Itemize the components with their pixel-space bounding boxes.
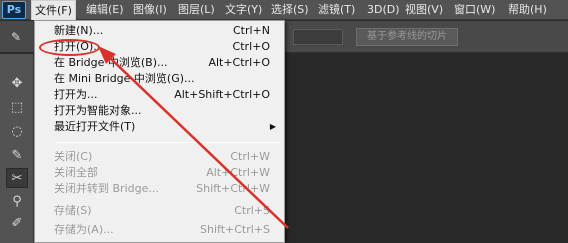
- menu-help[interactable]: 帮助(H): [505, 0, 550, 20]
- menu-item-shortcut: Shift+Ctrl+S: [200, 223, 270, 236]
- options-field[interactable]: [293, 29, 343, 45]
- tools-panel: ✥ ⬚ ◌ ✎ ✂ ⚲ ✐: [0, 54, 34, 243]
- slice-tool-icon[interactable]: ✎: [6, 28, 26, 46]
- menu-item-close[interactable]: 关闭(C) Ctrl+W: [36, 149, 284, 165]
- menu-item-shortcut: Ctrl+W: [230, 150, 270, 163]
- canvas-area[interactable]: [285, 54, 568, 243]
- menu-item-open-as[interactable]: 打开为... Alt+Shift+Ctrl+O: [36, 87, 284, 103]
- menu-item-shortcut: Alt+Ctrl+W: [206, 166, 270, 179]
- menu-filter[interactable]: 滤镜(T): [315, 0, 358, 20]
- menu-item-label: 存储(S): [54, 204, 92, 217]
- menu-item-label: 新建(N)...: [54, 24, 104, 37]
- menu-item-open-as-smart-object[interactable]: 打开为智能对象...: [36, 103, 284, 119]
- menu-item-shortcut: Alt+Ctrl+O: [208, 56, 270, 69]
- menu-layer[interactable]: 图层(L): [175, 0, 218, 20]
- menu-select[interactable]: 选择(S): [268, 0, 312, 20]
- menu-item-open-recent[interactable]: 最近打开文件(T) ▶: [36, 119, 284, 135]
- menu-3d[interactable]: 3D(D): [364, 0, 403, 20]
- menu-view[interactable]: 视图(V): [402, 0, 446, 20]
- menu-item-shortcut: Ctrl+O: [232, 40, 270, 53]
- menu-image[interactable]: 图像(I): [130, 0, 170, 20]
- menu-item-shortcut: Alt+Shift+Ctrl+O: [174, 88, 270, 101]
- menu-bar: Ps 文件(F) 编辑(E) 图像(I) 图层(L) 文字(Y) 选择(S) 滤…: [0, 0, 568, 20]
- menu-item-label: 关闭全部: [54, 166, 98, 179]
- menu-item-label: 在 Bridge 中浏览(B)...: [54, 56, 168, 69]
- menu-item-label: 关闭(C): [54, 150, 93, 163]
- menu-item-label: 打开为...: [54, 88, 98, 101]
- submenu-arrow-icon: ▶: [269, 122, 276, 131]
- move-icon[interactable]: ✥: [6, 74, 28, 94]
- menu-edit[interactable]: 编辑(E): [83, 0, 127, 20]
- lasso-icon[interactable]: ◌: [6, 122, 28, 142]
- menu-item-new[interactable]: 新建(N)... Ctrl+N: [36, 23, 284, 39]
- menu-item-shortcut: Shift+Ctrl+W: [196, 182, 270, 195]
- menu-item-label: 最近打开文件(T): [54, 120, 136, 133]
- brush-icon[interactable]: ✐: [6, 214, 28, 234]
- eyedropper-icon[interactable]: ⚲: [6, 192, 28, 212]
- menu-file[interactable]: 文件(F): [31, 0, 76, 20]
- menu-item-shortcut: Ctrl+S: [234, 204, 270, 217]
- menu-window[interactable]: 窗口(W): [451, 0, 498, 20]
- highlight-circle: [39, 39, 100, 56]
- quick-select-icon[interactable]: ✎: [6, 146, 28, 166]
- menu-type[interactable]: 文字(Y): [222, 0, 265, 20]
- menu-item-label: 打开为智能对象...: [54, 104, 142, 117]
- marquee-icon[interactable]: ⬚: [6, 98, 28, 118]
- menu-item-label: 在 Mini Bridge 中浏览(G)...: [54, 72, 195, 85]
- menu-item-label: 关闭并转到 Bridge...: [54, 182, 159, 195]
- menu-item-label: 存储为(A)...: [54, 223, 114, 236]
- menu-item-save[interactable]: 存储(S) Ctrl+S: [36, 203, 284, 219]
- photoshop-logo: Ps: [2, 1, 26, 19]
- menu-item-save-as[interactable]: 存储为(A)... Shift+Ctrl+S: [36, 222, 284, 238]
- menu-item-shortcut: Ctrl+N: [232, 24, 270, 37]
- slices-from-guides-button[interactable]: 基于参考线的切片: [356, 28, 458, 46]
- menu-separator: [55, 142, 281, 143]
- menu-item-browse-in-mini-bridge[interactable]: 在 Mini Bridge 中浏览(G)...: [36, 71, 284, 87]
- menu-item-browse-in-bridge[interactable]: 在 Bridge 中浏览(B)... Alt+Ctrl+O: [36, 55, 284, 71]
- slice-icon[interactable]: ✂: [6, 168, 28, 188]
- menu-item-close-and-go-to-bridge[interactable]: 关闭并转到 Bridge... Shift+Ctrl+W: [36, 181, 284, 197]
- menu-item-close-all[interactable]: 关闭全部 Alt+Ctrl+W: [36, 165, 284, 181]
- file-menu-dropdown: 新建(N)... Ctrl+N 打开(O)... Ctrl+O 在 Bridge…: [34, 20, 285, 243]
